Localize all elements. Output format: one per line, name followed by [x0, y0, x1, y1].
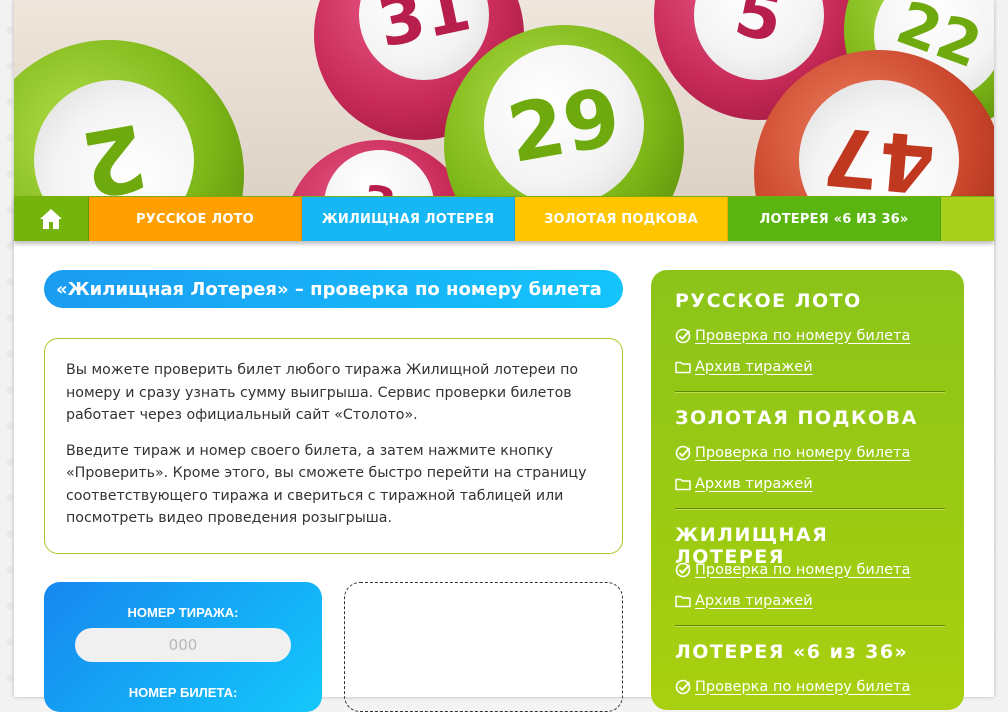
sidebar-check-link[interactable]: Проверка по номеру билета: [695, 679, 910, 695]
ball-number: 3: [359, 175, 400, 196]
result-placeholder-box: [344, 582, 623, 712]
nav-item-label: ЛОТЕРЕЯ «6 ИЗ 36»: [759, 211, 909, 227]
check-circle-icon: [675, 328, 694, 344]
sidebar-section-title: ЗОЛОТАЯ ПОДКОВА: [675, 407, 918, 429]
sidebar-section-title: РУССКОЕ ЛОТО: [675, 290, 862, 312]
folder-icon: [675, 360, 694, 374]
ball-number: 47: [819, 108, 939, 196]
sidebar-archive-link[interactable]: Архив тиражей: [695, 359, 813, 375]
draw-number-label: НОМЕР ТИРАЖА:: [127, 605, 239, 620]
nav-item-label: РУССКОЕ ЛОТО: [136, 211, 254, 227]
sidebar-check-link[interactable]: Проверка по номеру билета: [695, 445, 910, 461]
sidebar-link-archive: Архив тиражей: [675, 351, 945, 382]
sidebar-section-6-iz-36: ЛОТЕРЕЯ «6 из 36» Проверка по номеру бил…: [675, 641, 945, 702]
check-circle-icon: [675, 445, 694, 461]
sidebar-section-zolotaya-podkova: ЗОЛОТАЯ ПОДКОВА Проверка по номеру билет…: [675, 407, 945, 499]
sidebar-link-archive: Архив тиражей: [675, 468, 945, 499]
nav-item-label: ЖИЛИЩНАЯ ЛОТЕРЕЯ: [321, 211, 495, 227]
page-title-text: «Жилищная Лотерея» – проверка по номеру …: [56, 278, 602, 300]
nav-item-russkoe-loto[interactable]: РУССКОЕ ЛОТО: [89, 197, 302, 241]
intro-text-box: Вы можете проверить билет любого тиража …: [44, 338, 623, 554]
sidebar-link-check: Проверка по номеру билета: [675, 320, 945, 351]
ball-number: 29: [501, 69, 627, 181]
ball-number: 31: [371, 0, 477, 63]
header-banner: 31 5 3 2 29 22: [14, 0, 994, 196]
sidebar-section-title: ЖИЛИЩНАЯ ЛОТЕРЕЯ: [675, 524, 829, 568]
ball-number: 2: [74, 102, 154, 196]
sidebar-divider: [675, 625, 945, 627]
main-nav: РУССКОЕ ЛОТО ЖИЛИЩНАЯ ЛОТЕРЕЯ ЗОЛОТАЯ ПО…: [14, 196, 994, 241]
sidebar: РУССКОЕ ЛОТО Проверка по номеру билета А…: [651, 270, 964, 710]
draw-number-input[interactable]: [75, 628, 291, 662]
nav-home-button[interactable]: [14, 197, 89, 241]
sidebar-link-archive: Архив тиражей: [675, 585, 945, 616]
home-icon: [40, 209, 62, 229]
intro-paragraph: Вы можете проверить билет любого тиража …: [66, 362, 579, 423]
check-circle-icon: [675, 562, 694, 578]
site-container: 31 5 3 2 29 22: [14, 0, 994, 712]
ball-number: 5: [728, 0, 790, 58]
ticket-number-label: НОМЕР БИЛЕТА:: [128, 685, 238, 700]
lottery-ball: 2: [14, 40, 244, 196]
sidebar-archive-link[interactable]: Архив тиражей: [695, 476, 813, 492]
nav-filler: [941, 197, 994, 241]
sidebar-divider: [675, 391, 945, 393]
nav-item-zolotaya-podkova[interactable]: ЗОЛОТАЯ ПОДКОВА: [515, 197, 728, 241]
sidebar-link-check: Проверка по номеру билета: [675, 671, 945, 702]
nav-item-zhilishchnaya-loterey[interactable]: ЖИЛИЩНАЯ ЛОТЕРЕЯ: [302, 197, 515, 241]
page-title: «Жилищная Лотерея» – проверка по номеру …: [44, 270, 623, 308]
sidebar-section-title: ЛОТЕРЕЯ «6 из 36»: [675, 641, 909, 663]
sidebar-divider: [675, 508, 945, 510]
sidebar-check-link[interactable]: Проверка по номеру билета: [695, 562, 910, 578]
ticket-check-form: НОМЕР ТИРАЖА: НОМЕР БИЛЕТА:: [44, 582, 322, 712]
nav-item-label: ЗОЛОТАЯ ПОДКОВА: [544, 211, 698, 227]
sidebar-link-check: Проверка по номеру билета: [675, 437, 945, 468]
intro-paragraph: Введите тираж и номер своего билета, а з…: [66, 442, 587, 527]
check-circle-icon: [675, 679, 694, 695]
nav-item-6-iz-36[interactable]: ЛОТЕРЕЯ «6 ИЗ 36»: [728, 197, 941, 241]
folder-icon: [675, 477, 694, 491]
sidebar-section-zhilishchnaya-loterey: ЖИЛИЩНАЯ ЛОТЕРЕЯ Проверка по номеру биле…: [675, 524, 945, 616]
sidebar-check-link[interactable]: Проверка по номеру билета: [695, 328, 910, 344]
sidebar-archive-link[interactable]: Архив тиражей: [695, 593, 813, 609]
sidebar-section-russkoe-loto: РУССКОЕ ЛОТО Проверка по номеру билета А…: [675, 290, 945, 382]
folder-icon: [675, 594, 694, 608]
